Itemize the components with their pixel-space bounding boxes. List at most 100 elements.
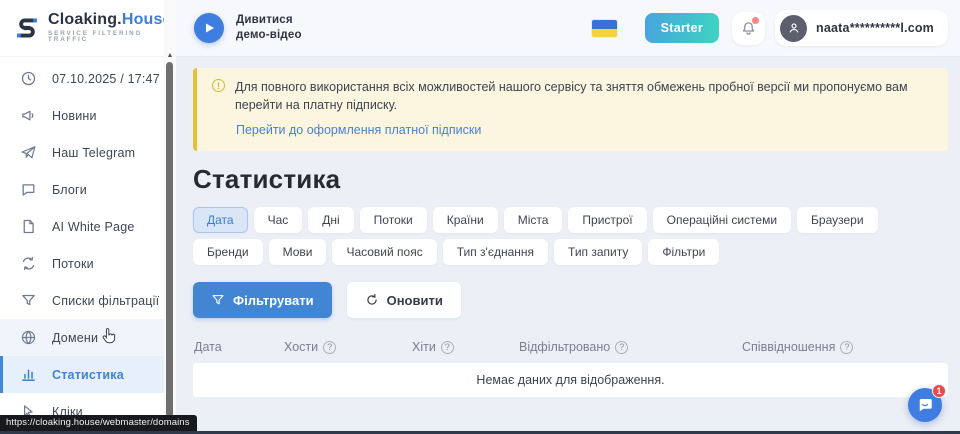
- sidebar: Cloaking.House SERVICE FILTERING TRAFFIC…: [0, 0, 164, 434]
- play-icon[interactable]: [194, 13, 224, 43]
- column-header-хости: Хости?: [284, 340, 412, 354]
- megaphone-icon: [20, 107, 37, 124]
- scrollbar-up-arrow-icon[interactable]: ▲: [164, 52, 176, 60]
- tab-країни[interactable]: Країни: [433, 207, 498, 233]
- demo-video-button[interactable]: Дивитися демо-відео: [194, 13, 302, 43]
- chat-widget-button[interactable]: 1: [908, 388, 942, 422]
- sidebar-item-07-10-2025-17-47: 07.10.2025 / 17:47: [0, 60, 164, 97]
- refresh-button[interactable]: Оновити: [347, 282, 461, 318]
- column-header-дата: Дата: [194, 340, 284, 354]
- sidebar-item-ai-white-page[interactable]: AI White Page: [0, 208, 164, 245]
- help-question-icon[interactable]: ?: [615, 341, 628, 354]
- tab-міста[interactable]: Міста: [504, 207, 563, 233]
- logo-tagline: SERVICE FILTERING TRAFFIC: [48, 31, 172, 44]
- page-title: Статистика: [193, 164, 948, 195]
- sidebar-item-label: Домени: [52, 331, 98, 345]
- flows-icon: [20, 255, 37, 272]
- sidebar-item-потоки[interactable]: Потоки: [0, 245, 164, 282]
- sidebar-item-label: Блоги: [52, 183, 87, 197]
- column-label: Дата: [194, 340, 222, 354]
- bar-chart-icon: [20, 366, 37, 383]
- topbar: Дивитися демо-відео Starter: [176, 0, 960, 57]
- content: ! Для повного використання всіх можливос…: [176, 57, 960, 434]
- table-header: ДатаХости?Хіти?Відфільтровано?Співвіднош…: [193, 332, 948, 363]
- tab-дата[interactable]: Дата: [193, 207, 248, 233]
- flag-blue-stripe: [592, 20, 617, 29]
- scrollbar-thumb[interactable]: [166, 62, 173, 417]
- sidebar-item-label: 07.10.2025 / 17:47: [52, 72, 160, 86]
- sidebar-item-домени[interactable]: Домени: [0, 319, 164, 356]
- user-account-button[interactable]: naata**********l.com: [775, 10, 948, 46]
- sidebar-item-наш-telegram[interactable]: Наш Telegram: [0, 134, 164, 171]
- language-flag-ukraine[interactable]: [592, 20, 617, 37]
- column-header-хіти: Хіти?: [412, 340, 519, 354]
- sidebar-scrollbar[interactable]: ▲ ▼: [164, 0, 176, 434]
- stats-tabs: ДатаЧасДні ПотокиКраїниМістаПристрої Опера…: [193, 207, 948, 265]
- sidebar-item-label: Списки фільтрації: [52, 294, 159, 308]
- topbar-right: Starter naata**********l.c: [592, 10, 948, 46]
- sidebar-item-списки-фільтрації[interactable]: Списки фільтрації: [0, 282, 164, 319]
- clock-icon: [20, 70, 37, 87]
- tab-пристрої[interactable]: Пристрої: [568, 207, 646, 233]
- tab-тип-запиту[interactable]: Тип запиту: [554, 239, 642, 265]
- telegram-icon: [20, 144, 37, 161]
- tab-час[interactable]: Час: [254, 207, 303, 233]
- tab-браузери[interactable]: Браузери: [797, 207, 878, 233]
- tab-мови[interactable]: Мови: [269, 239, 327, 265]
- status-bar-url: https://cloaking.house/webmaster/domains: [0, 415, 197, 431]
- plan-starter-button[interactable]: Starter: [645, 13, 719, 43]
- page-icon: [20, 218, 37, 235]
- funnel-icon: [20, 292, 37, 309]
- sidebar-item-блоги[interactable]: Блоги: [0, 171, 164, 208]
- action-buttons: Фільтрувати Оновити: [193, 282, 948, 318]
- help-question-icon[interactable]: ?: [840, 341, 853, 354]
- tab-тип-з-єднання[interactable]: Тип з'єднання: [443, 239, 548, 265]
- subscription-link[interactable]: Перейти до оформлення платної підписки: [236, 123, 481, 137]
- sidebar-item-новини[interactable]: Новини: [0, 97, 164, 134]
- globe-icon: [20, 329, 37, 346]
- filter-button[interactable]: Фільтрувати: [193, 282, 332, 318]
- logo-text: Cloaking.House SERVICE FILTERING TRAFFIC: [48, 12, 172, 44]
- tab-фільтри[interactable]: Фільтри: [648, 239, 719, 265]
- person-icon: [787, 21, 801, 35]
- sidebar-item-статистика[interactable]: Статистика: [0, 356, 164, 393]
- avatar: [780, 15, 807, 42]
- notification-dot: [752, 17, 759, 24]
- column-header-співвідношення: Співвідношення?: [742, 340, 948, 354]
- refresh-icon: [365, 293, 379, 307]
- column-label: Відфільтровано: [519, 340, 610, 354]
- user-email: naata**********l.com: [816, 21, 934, 35]
- help-question-icon[interactable]: ?: [323, 341, 336, 354]
- chat-bubble-icon: [20, 181, 37, 198]
- sidebar-item-label: AI White Page: [52, 220, 135, 234]
- help-question-icon[interactable]: ?: [441, 341, 454, 354]
- banner-text: Для повного використання всіх можливосте…: [235, 78, 934, 114]
- logo-name-dark: Cloaking.: [48, 11, 122, 28]
- sidebar-item-label: Новини: [52, 109, 97, 123]
- tab-дні[interactable]: Дні: [308, 207, 353, 233]
- sidebar-item-label: Потоки: [52, 257, 94, 271]
- sidebar-item-label: Статистика: [52, 368, 124, 382]
- column-header-відфільтровано: Відфільтровано?: [519, 340, 742, 354]
- funnel-icon: [211, 293, 225, 307]
- logo[interactable]: Cloaking.House SERVICE FILTERING TRAFFIC: [0, 0, 164, 57]
- sidebar-nav: 07.10.2025 / 17:47 Новини Наш Telegram Блог…: [0, 57, 164, 430]
- flag-yellow-stripe: [592, 29, 617, 37]
- column-label: Хіти: [412, 340, 436, 354]
- column-label: Співвідношення: [742, 340, 835, 354]
- warning-icon: !: [212, 79, 225, 92]
- table-empty-state: Немає даних для відображення.: [193, 363, 948, 397]
- trial-warning-banner: ! Для повного використання всіх можливос…: [193, 68, 948, 151]
- notifications-button[interactable]: [732, 12, 765, 45]
- tab-часовий-пояс[interactable]: Часовий пояс: [332, 239, 436, 265]
- tab-потоки[interactable]: Потоки: [360, 207, 427, 233]
- logo-icon: [14, 15, 40, 41]
- tab-бренди[interactable]: Бренди: [193, 239, 263, 265]
- main-area: Дивитися демо-відео Starter: [176, 0, 960, 434]
- demo-video-label: Дивитися демо-відео: [236, 13, 302, 43]
- tab-операційні-системи[interactable]: Операційні системи: [653, 207, 791, 233]
- chat-unread-badge: 1: [932, 384, 946, 398]
- column-label: Хости: [284, 340, 318, 354]
- sidebar-item-label: Наш Telegram: [52, 146, 135, 160]
- chat-icon: [916, 396, 934, 414]
